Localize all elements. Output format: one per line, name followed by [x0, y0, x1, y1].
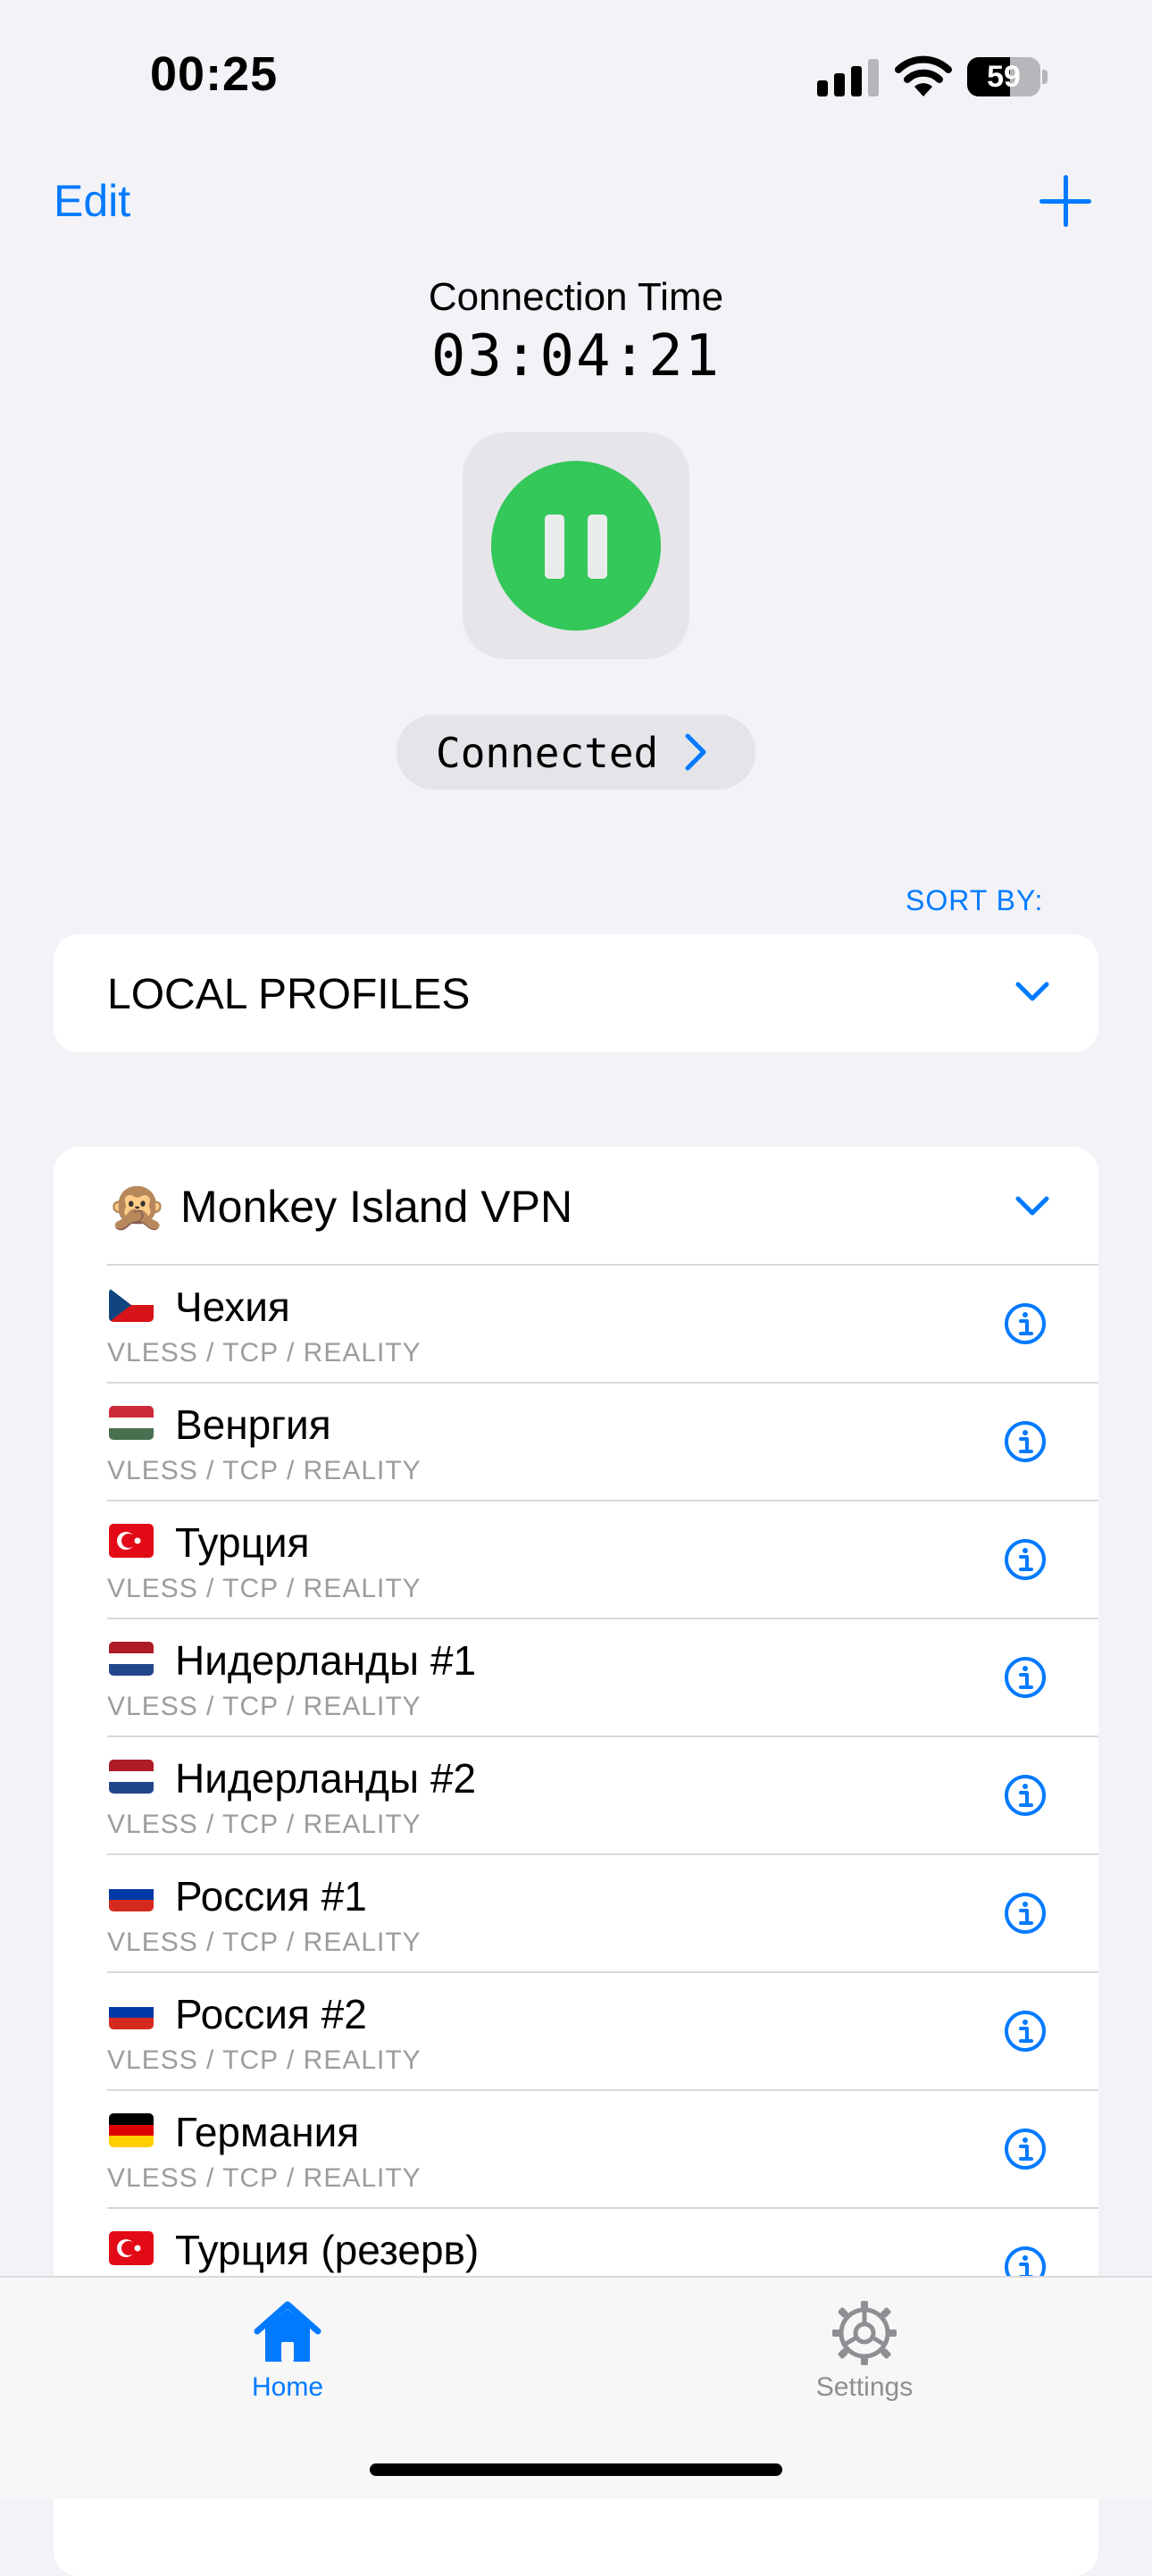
- house-icon: [254, 2301, 321, 2362]
- info-icon[interactable]: [1004, 1656, 1047, 1699]
- local-profiles-title: LOCAL PROFILES: [107, 971, 471, 1018]
- add-profile-button[interactable]: [1039, 175, 1091, 227]
- server-row[interactable]: Россия #2 VLESS / TCP / REALITY: [54, 1972, 1098, 2090]
- info-icon[interactable]: [1004, 1420, 1047, 1463]
- server-name: Россия #2: [175, 1991, 367, 2037]
- server-name: Россия #1: [175, 1873, 367, 1919]
- server-name: Германия: [175, 2109, 360, 2155]
- server-name: Турция (резерв): [175, 2227, 480, 2273]
- battery-icon: 59: [967, 57, 1048, 96]
- status-bar-time: 00:25: [150, 47, 279, 101]
- server-protocol: VLESS / TCP / REALITY: [107, 1456, 422, 1485]
- sort-by-button[interactable]: SORT BY:: [906, 884, 1043, 917]
- server-row[interactable]: Венргия VLESS / TCP / REALITY: [54, 1383, 1098, 1501]
- info-icon[interactable]: [1004, 1302, 1047, 1345]
- server-protocol: VLESS / TCP / REALITY: [107, 2045, 422, 2075]
- server-protocol: VLESS / TCP / REALITY: [107, 2163, 422, 2193]
- tab-home-label: Home: [251, 2372, 324, 2402]
- local-profiles-section[interactable]: LOCAL PROFILES: [54, 934, 1098, 1052]
- pause-icon[interactable]: [491, 461, 661, 631]
- edit-button[interactable]: Edit: [54, 175, 130, 227]
- tab-settings-label: Settings: [815, 2372, 914, 2402]
- server-row[interactable]: Нидерланды #2 VLESS / TCP / REALITY: [54, 1736, 1098, 1854]
- connection-status-text: Connected: [436, 729, 659, 777]
- server-row[interactable]: Турция VLESS / TCP / REALITY: [54, 1501, 1098, 1618]
- chevron-down-icon: [1015, 982, 1049, 1001]
- info-icon[interactable]: [1004, 2010, 1047, 2053]
- server-protocol: VLESS / TCP / REALITY: [107, 1692, 422, 1721]
- server-protocol: VLESS / TCP / REALITY: [107, 1338, 422, 1367]
- cellular-signal-icon: [817, 57, 880, 96]
- server-name: Венргия: [175, 1401, 331, 1448]
- flag-de-icon: [109, 2113, 154, 2147]
- server-row[interactable]: Чехия VLESS / TCP / REALITY: [54, 1265, 1098, 1383]
- server-name: Чехия: [175, 1284, 290, 1330]
- chevron-down-icon: [1015, 1196, 1049, 1216]
- connection-time-value: 03:04:21: [430, 323, 722, 389]
- server-row[interactable]: Германия VLESS / TCP / REALITY: [54, 2090, 1098, 2208]
- flag-ru-icon: [109, 1995, 154, 2029]
- flag-nl-icon: [109, 1760, 154, 1794]
- battery-percent: 59: [987, 60, 1021, 94]
- flag-cz-icon: [109, 1288, 154, 1322]
- server-protocol: VLESS / TCP / REALITY: [107, 1928, 422, 1957]
- server-protocol: VLESS / TCP / REALITY: [107, 1810, 422, 1839]
- wifi-icon: [895, 55, 952, 96]
- info-icon[interactable]: [1004, 1774, 1047, 1817]
- server-group-header[interactable]: 🙊 Monkey Island VPN: [54, 1147, 1098, 1265]
- info-icon[interactable]: [1004, 1892, 1047, 1935]
- chevron-right-icon: [685, 733, 706, 771]
- connection-time-label: Connection Time: [428, 275, 724, 319]
- server-name: Нидерланды #2: [175, 1755, 477, 1802]
- flag-nl-icon: [109, 1642, 154, 1676]
- flag-tr-icon: [109, 2231, 154, 2265]
- flag-ru-icon: [109, 1878, 154, 1911]
- flag-tr-icon: [109, 1524, 154, 1558]
- server-row[interactable]: Россия #1 VLESS / TCP / REALITY: [54, 1854, 1098, 1972]
- info-icon[interactable]: [1004, 1538, 1047, 1581]
- group-title: Monkey Island VPN: [180, 1182, 573, 1232]
- server-name: Турция: [175, 1519, 310, 1566]
- gear-icon: [832, 2301, 897, 2365]
- info-icon[interactable]: [1004, 2128, 1047, 2170]
- home-indicator: [370, 2463, 782, 2476]
- tab-settings[interactable]: Settings: [730, 2278, 998, 2403]
- server-name: Нидерланды #1: [175, 1637, 477, 1684]
- server-row[interactable]: Нидерланды #1 VLESS / TCP / REALITY: [54, 1618, 1098, 1736]
- tab-home[interactable]: Home: [154, 2278, 422, 2403]
- flag-hu-icon: [109, 1406, 154, 1440]
- connection-status-button[interactable]: Connected: [397, 715, 755, 790]
- group-emoji: 🙊: [107, 1180, 168, 1234]
- server-protocol: VLESS / TCP / REALITY: [107, 1574, 422, 1603]
